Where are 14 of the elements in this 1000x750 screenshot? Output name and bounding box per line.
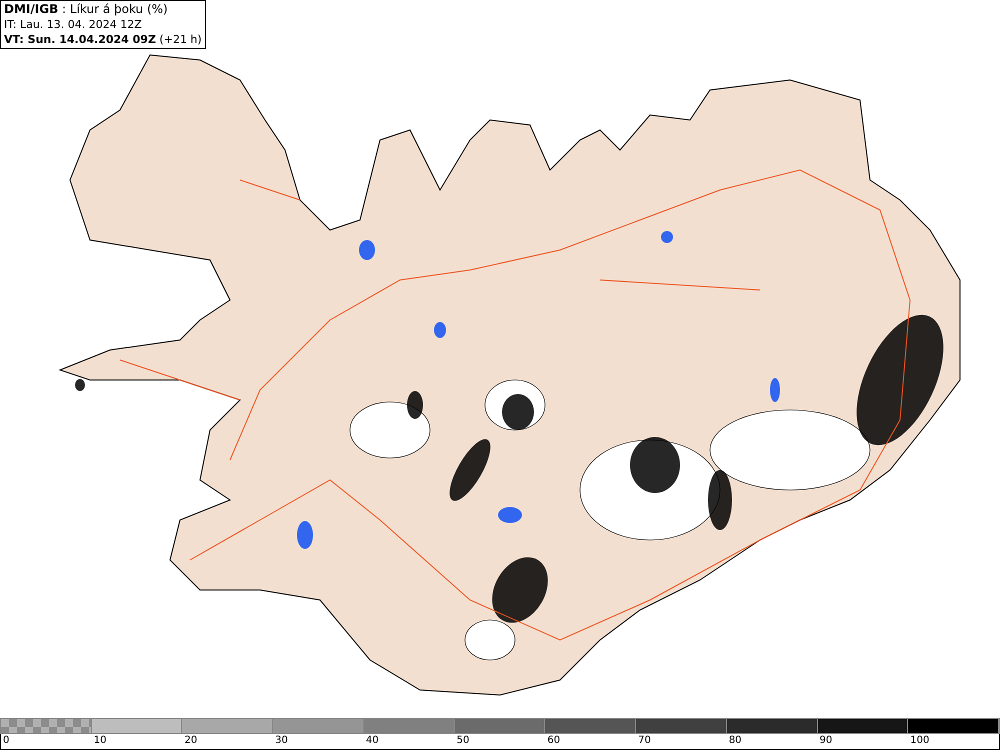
initial-time: IT: Lau. 13. 04. 2024 12Z [4, 17, 143, 32]
legend-label: 10 [94, 735, 106, 746]
legend-label: 70 [638, 735, 651, 746]
legend-label: 0 [3, 735, 10, 746]
chart-title: DMI/IGB : Líkur á þoku (%) [4, 2, 169, 17]
legend-label: 80 [728, 735, 742, 746]
legend-label: 50 [456, 735, 470, 746]
legend-label: 30 [275, 735, 288, 746]
legend-label: 90 [820, 735, 832, 746]
legend-label: 100 [910, 735, 930, 746]
legend-label: 20 [184, 735, 198, 746]
legend-label: 60 [547, 735, 560, 746]
valid-time: VT: Sun. 14.04.2024 09Z (+21 h) [4, 32, 202, 47]
legend-label: 40 [366, 735, 379, 746]
